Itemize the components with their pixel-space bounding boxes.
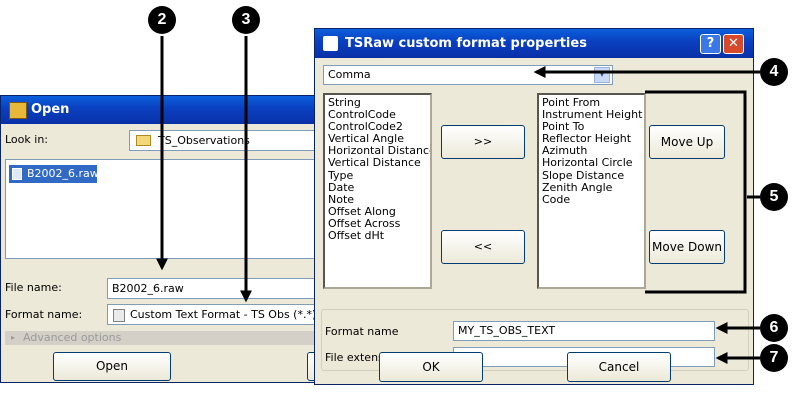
list-item[interactable]: Type [328, 169, 427, 182]
add-field-button[interactable]: >> [441, 125, 525, 159]
dropdown-arrow-icon[interactable]: ▾ [594, 67, 610, 83]
look-in-dropdown[interactable]: TS_Observations [129, 130, 315, 151]
open-dialog-titlebar: Open [1, 96, 315, 124]
list-item[interactable]: Vertical Distance [328, 157, 427, 169]
callout-5: 5 [760, 183, 788, 211]
text-format-icon [113, 309, 125, 322]
format-name-label: Format name: [5, 308, 83, 321]
open-folder-icon [9, 102, 27, 119]
help-icon[interactable]: ? [700, 34, 721, 54]
file-icon [12, 168, 22, 180]
list-item[interactable]: Date [328, 181, 427, 194]
tsraw-dialog: TSRaw custom format properties ? ✕ Comma… [314, 28, 754, 385]
format-name-label: Format name [325, 325, 399, 338]
format-name-dropdown[interactable]: Custom Text Format - TS Obs (*.*) [107, 304, 316, 325]
file-list: B2002_6.raw [5, 159, 315, 259]
file-name-input[interactable]: B2002_6.raw [107, 278, 315, 299]
callout-3: 3 [232, 6, 260, 34]
folder-icon [136, 135, 151, 146]
callout-4: 4 [760, 58, 788, 86]
move-up-button[interactable]: Move Up [649, 125, 725, 159]
delimiter-dropdown[interactable]: Comma ▾ [323, 65, 613, 85]
available-fields-list[interactable]: String ControlCode ControlCode2 Vertical… [323, 93, 432, 289]
tsraw-dialog-title: TSRaw custom format properties [345, 36, 587, 51]
file-name-item: B2002_6.raw [27, 167, 99, 180]
selected-fields-list[interactable]: Point From Instrument Height Point To Re… [537, 93, 646, 289]
list-item[interactable]: Horizontal Circle [542, 157, 641, 169]
cancel-button[interactable]: Cancel [567, 352, 671, 382]
move-down-button[interactable]: Move Down [649, 230, 725, 264]
list-item[interactable]: Code [542, 193, 641, 206]
tsraw-dialog-titlebar: TSRaw custom format properties ? ✕ [315, 29, 753, 58]
look-in-value: TS_Observations [158, 134, 250, 147]
open-button[interactable]: Open [53, 352, 171, 381]
list-item[interactable]: Offset dHt [328, 229, 427, 242]
callout-6: 6 [760, 314, 788, 342]
advanced-options-toggle[interactable]: ▸ Advanced options [5, 331, 315, 345]
tsraw-app-icon [323, 36, 338, 51]
open-dialog: Open Look in: TS_Observations B2002_6.ra… [0, 95, 316, 383]
format-name-input[interactable]: MY_TS_OBS_TEXT [453, 321, 715, 341]
file-list-item[interactable]: B2002_6.raw [9, 165, 99, 183]
remove-field-button[interactable]: << [441, 230, 525, 264]
list-item[interactable]: Slope Distance [542, 169, 641, 182]
close-icon[interactable]: ✕ [723, 34, 744, 54]
ok-button[interactable]: OK [379, 352, 483, 382]
callout-2: 2 [148, 6, 176, 34]
list-item[interactable]: Zenith Angle [542, 181, 641, 194]
look-in-label: Look in: [5, 133, 48, 146]
delimiter-value: Comma [328, 68, 371, 81]
expand-arrow-icon: ▸ [11, 333, 16, 342]
advanced-options-label: Advanced options [23, 331, 122, 344]
open-dialog-title: Open [31, 102, 70, 117]
file-name-label: File name: [5, 281, 62, 294]
format-name-value: Custom Text Format - TS Obs (*.*) [130, 308, 316, 321]
callout-7: 7 [760, 344, 788, 372]
